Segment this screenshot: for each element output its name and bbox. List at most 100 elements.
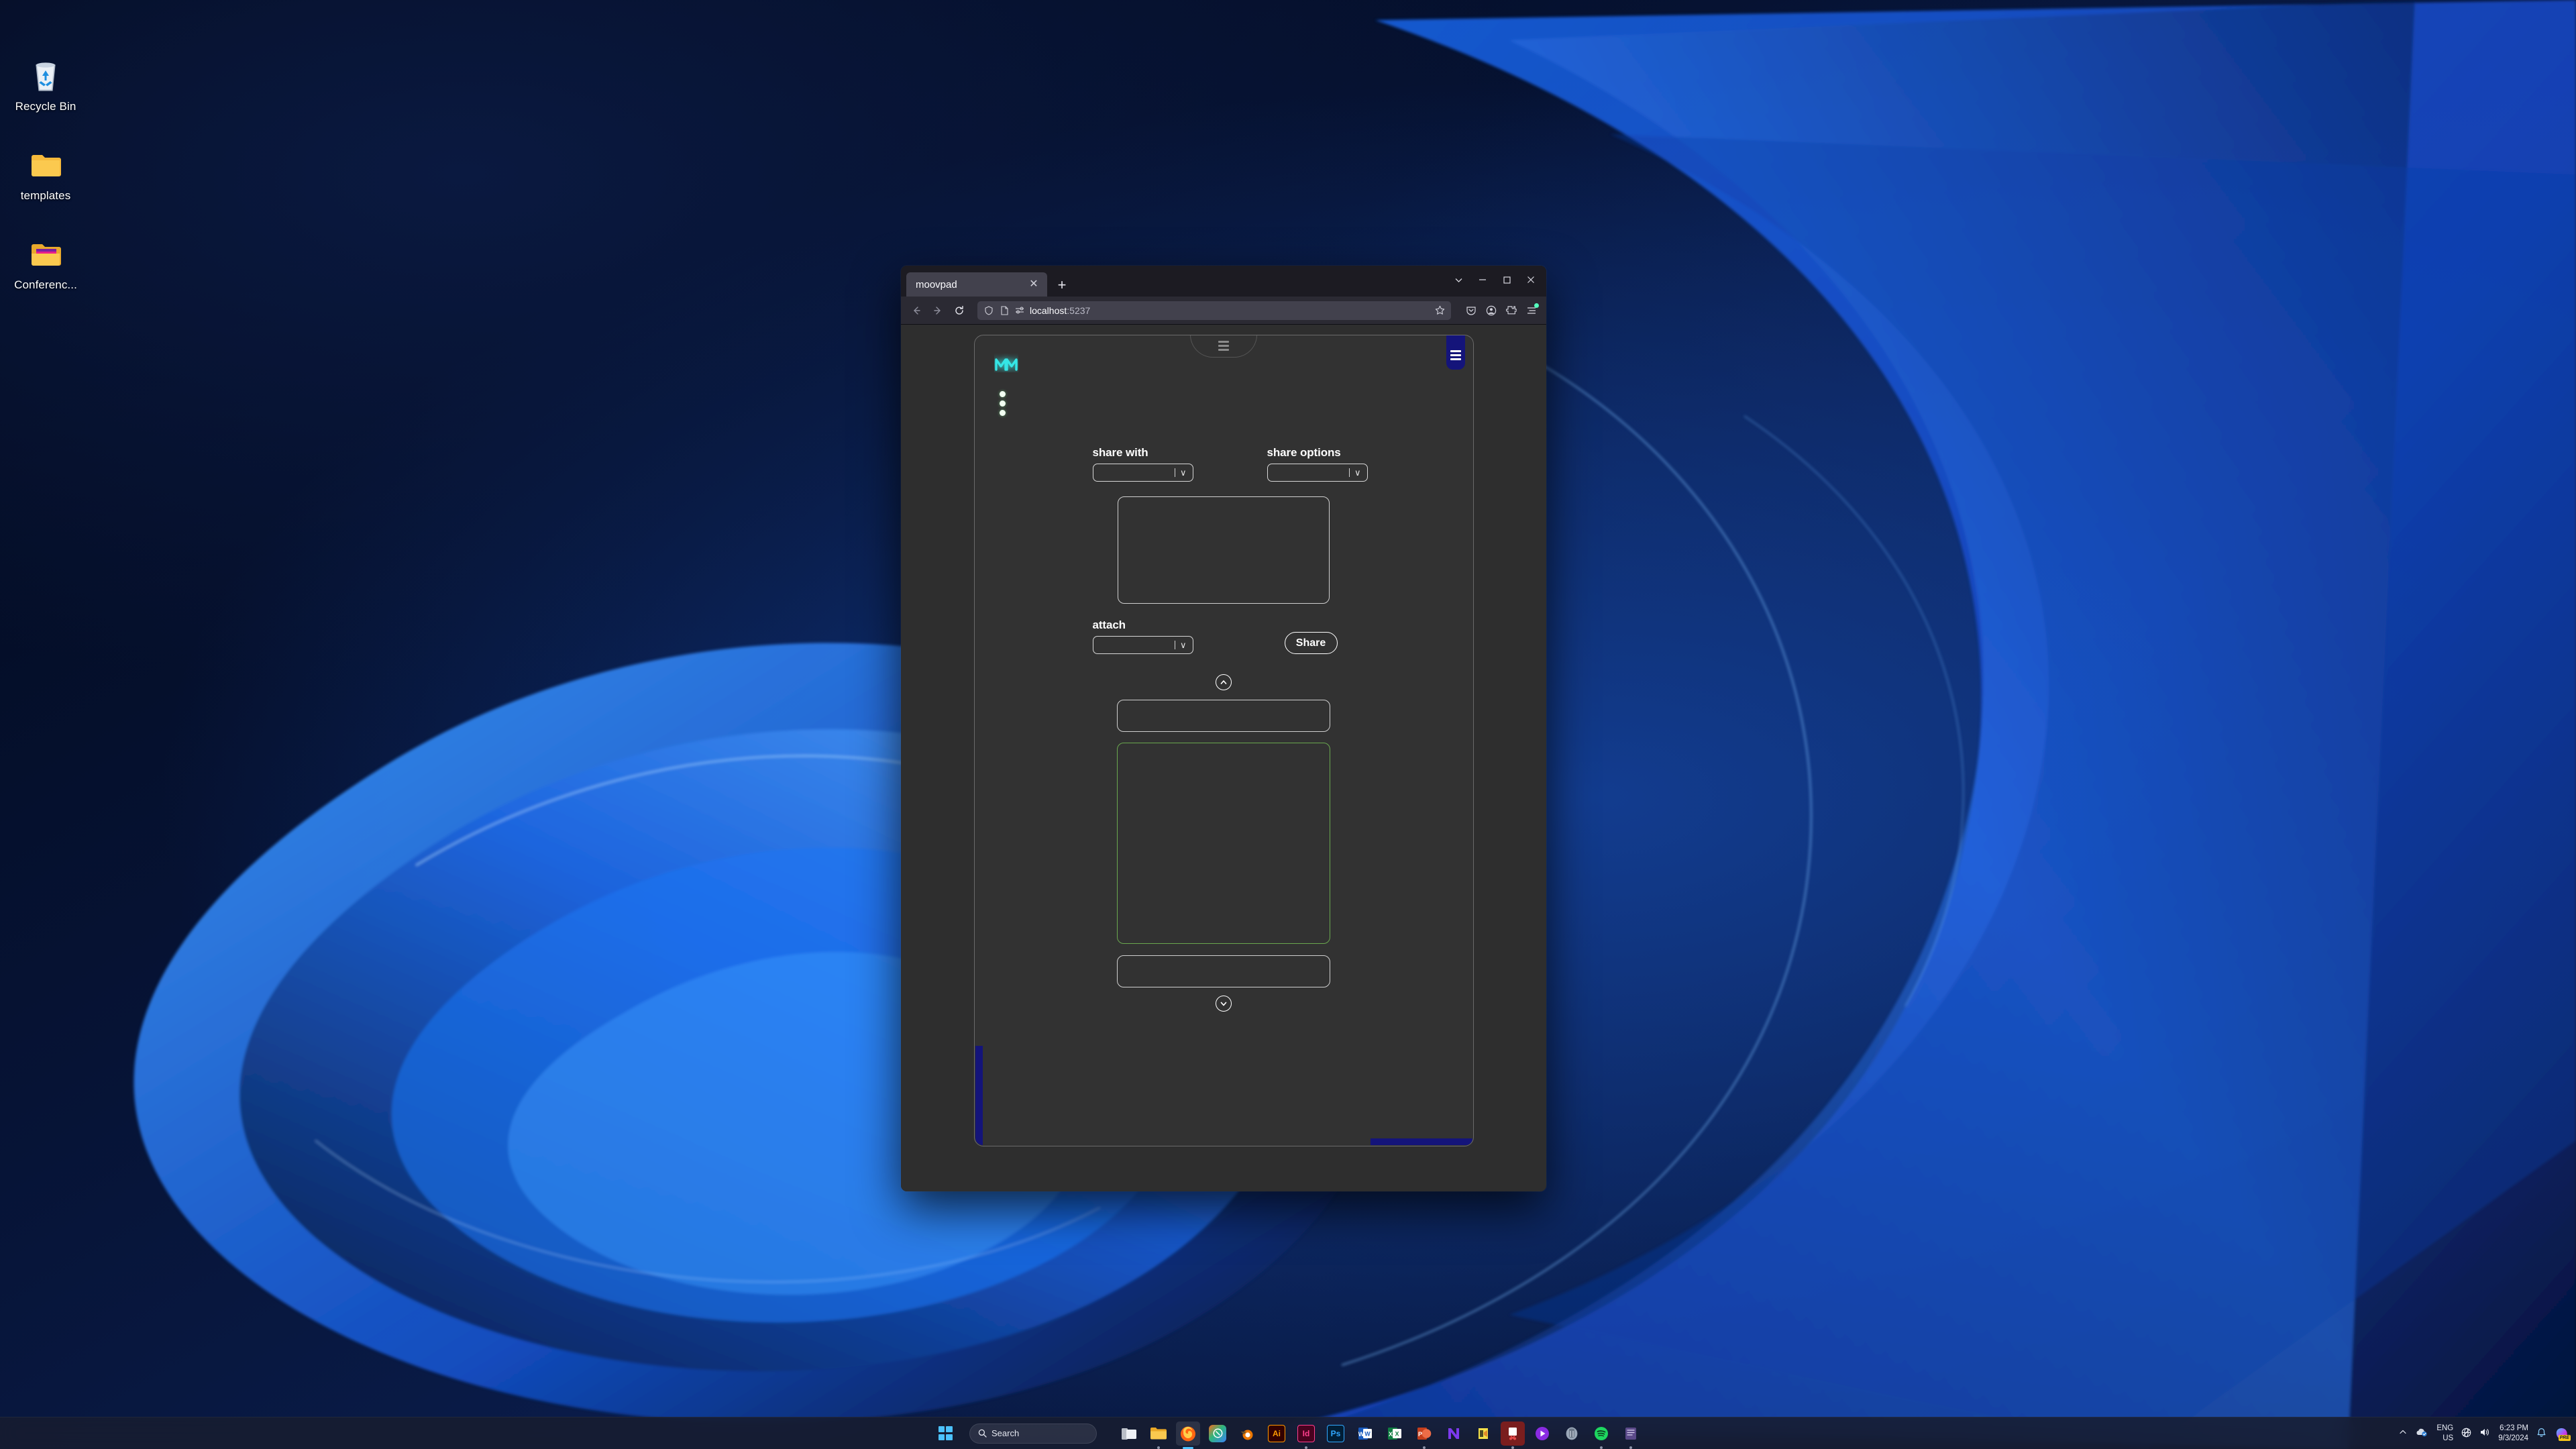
vertical-dots-icon[interactable] — [999, 391, 1006, 416]
carousel-card-next[interactable] — [1117, 955, 1330, 987]
page-viewport: share with ∨ share options ∨ attach ∨ Sh… — [901, 325, 1546, 1191]
share-message-textarea[interactable] — [1118, 496, 1330, 604]
minimize-button[interactable] — [1471, 270, 1494, 290]
account-icon[interactable] — [1482, 301, 1501, 320]
system-tray[interactable]: ENG US 6:23 PM 9/3/2024 PRE — [2399, 1424, 2571, 1442]
folder-icon — [23, 147, 68, 184]
taskbar-app-microsoft-excel[interactable]: XX — [1383, 1421, 1407, 1446]
blender-icon — [1240, 1430, 1253, 1440]
taskbar-app-notion-calendar[interactable] — [1205, 1421, 1230, 1446]
indesign-icon: Id — [1297, 1424, 1315, 1442]
window-controls[interactable] — [1447, 270, 1542, 290]
start-button[interactable] — [933, 1421, 957, 1446]
taskbar-app-adobe-photoshop[interactable]: Ps — [1324, 1421, 1348, 1446]
carousel-card-active[interactable] — [1117, 743, 1330, 944]
chevron-up-icon[interactable] — [2399, 1428, 2407, 1438]
desktop[interactable]: Recycle Bin templates Conferenc... moovp… — [0, 0, 2576, 1449]
taskbar-app-notes[interactable] — [1619, 1421, 1643, 1449]
maximize-button[interactable] — [1495, 270, 1518, 290]
carousel-card-previous[interactable] — [1117, 700, 1330, 732]
moovpad-app[interactable]: share with ∨ share options ∨ attach ∨ Sh… — [973, 335, 1474, 1146]
attach-select[interactable]: ∨ — [1092, 636, 1193, 654]
taskbar-app-file-explorer[interactable] — [1117, 1421, 1141, 1446]
permissions-icon[interactable] — [1014, 305, 1025, 316]
taskbar-app-adobe-illustrator[interactable]: Ai — [1265, 1421, 1289, 1446]
bell-icon[interactable] — [2536, 1428, 2546, 1440]
share-field-row: share with ∨ share options ∨ — [975, 446, 1473, 482]
copilot-icon[interactable]: PRE — [2555, 1427, 2571, 1441]
search-input[interactable]: Search — [969, 1423, 1097, 1444]
url-text: localhost:5237 — [1030, 305, 1426, 316]
taskbar-app-media-player[interactable] — [1530, 1421, 1554, 1446]
extensions-icon[interactable] — [1502, 301, 1521, 320]
excel-icon: XX — [1388, 1427, 1401, 1440]
share-options-field: share options ∨ — [1267, 446, 1368, 482]
svg-text:W: W — [1358, 1431, 1364, 1438]
close-icon[interactable]: ✕ — [1026, 276, 1042, 292]
side-drawer-tab[interactable] — [1446, 335, 1465, 370]
browser-tab[interactable]: moovpad ✕ — [906, 272, 1047, 297]
share-button[interactable]: Share — [1284, 632, 1338, 654]
taskbar-app-firefox[interactable] — [1176, 1421, 1200, 1449]
new-tab-button[interactable]: + — [1054, 277, 1070, 293]
firefox-icon — [1181, 1426, 1195, 1441]
taskbar-app-sublime-text[interactable] — [1471, 1421, 1495, 1446]
language-code: ENG — [2436, 1424, 2454, 1433]
desktop-icon-recycle-bin[interactable]: Recycle Bin — [5, 58, 86, 113]
browser-window[interactable]: moovpad ✕ + localhost:5237 share with ∨ … — [901, 266, 1546, 1191]
navigation-toolbar[interactable]: localhost:5237 — [901, 297, 1546, 325]
running-indicator — [1629, 1446, 1632, 1449]
url-host: localhost — [1030, 305, 1067, 316]
svg-text:X: X — [1395, 1430, 1399, 1437]
share-with-select[interactable]: ∨ — [1092, 464, 1193, 482]
shield-icon[interactable] — [983, 305, 994, 316]
desktop-icon-label: Conferenc... — [14, 278, 77, 291]
photoshop-icon: Ps — [1327, 1424, 1344, 1442]
attach-row: attach ∨ Share — [975, 619, 1473, 654]
page-icon[interactable] — [999, 305, 1010, 316]
reload-icon[interactable] — [949, 301, 969, 321]
tab-title: moovpad — [916, 278, 957, 290]
svg-text:P: P — [1418, 1431, 1422, 1438]
windows-logo-icon — [938, 1426, 953, 1440]
clock[interactable]: 6:23 PM 9/3/2024 — [2498, 1424, 2528, 1442]
pocket-icon[interactable] — [1462, 301, 1481, 320]
address-bar[interactable]: localhost:5237 — [977, 301, 1451, 320]
back-arrow-icon[interactable] — [906, 301, 926, 321]
taskbar-app-postgresql[interactable] — [1560, 1421, 1584, 1446]
forward-arrow-icon[interactable] — [928, 301, 948, 321]
top-drawer-tab[interactable] — [1190, 335, 1257, 358]
chevron-down-icon: ∨ — [1179, 640, 1187, 650]
running-indicator — [1157, 1446, 1160, 1449]
chevron-up-icon[interactable] — [1216, 674, 1232, 690]
taskbar-app-blender[interactable] — [1235, 1421, 1259, 1446]
taskbar-app-adobe-indesign[interactable]: Id — [1294, 1421, 1318, 1449]
search-placeholder: Search — [991, 1428, 1020, 1438]
network-icon[interactable] — [2461, 1428, 2471, 1440]
onedrive-icon[interactable] — [2415, 1428, 2428, 1439]
menu-lines-icon — [1450, 350, 1461, 360]
toolbar-right[interactable] — [1462, 301, 1541, 320]
language-indicator[interactable]: ENG US — [2436, 1424, 2453, 1442]
chevron-down-icon[interactable] — [1216, 996, 1232, 1012]
taskbar-app-microsoft-powerpoint[interactable]: P — [1412, 1421, 1436, 1449]
taskbar-center: Search Ai Id Ps W W X X P — [933, 1421, 1643, 1449]
taskbar[interactable]: Search Ai Id Ps W W X X P ENG US 6:23 PM… — [0, 1417, 2576, 1449]
search-icon — [978, 1429, 987, 1438]
taskbar-app-snipping-tool[interactable] — [1501, 1421, 1525, 1449]
tab-list-icon[interactable] — [1447, 270, 1470, 290]
desktop-icon-templates[interactable]: templates — [5, 147, 86, 203]
taskbar-app-microsoft-word[interactable]: WW — [1353, 1421, 1377, 1446]
taskbar-app-folder[interactable] — [1146, 1421, 1171, 1449]
affinity-icon — [1448, 1428, 1459, 1439]
close-button[interactable] — [1519, 270, 1542, 290]
app-menu-icon[interactable] — [1522, 301, 1541, 320]
share-options-select[interactable]: ∨ — [1267, 464, 1368, 482]
spotify-icon — [1595, 1426, 1608, 1440]
desktop-icon-conference[interactable]: Conferenc... — [5, 236, 86, 292]
star-icon[interactable] — [1431, 303, 1448, 319]
taskbar-app-spotify[interactable] — [1589, 1421, 1613, 1449]
volume-icon[interactable] — [2479, 1428, 2490, 1439]
taskbar-app-affinity[interactable] — [1442, 1421, 1466, 1446]
tab-strip[interactable]: moovpad ✕ + — [901, 266, 1546, 297]
